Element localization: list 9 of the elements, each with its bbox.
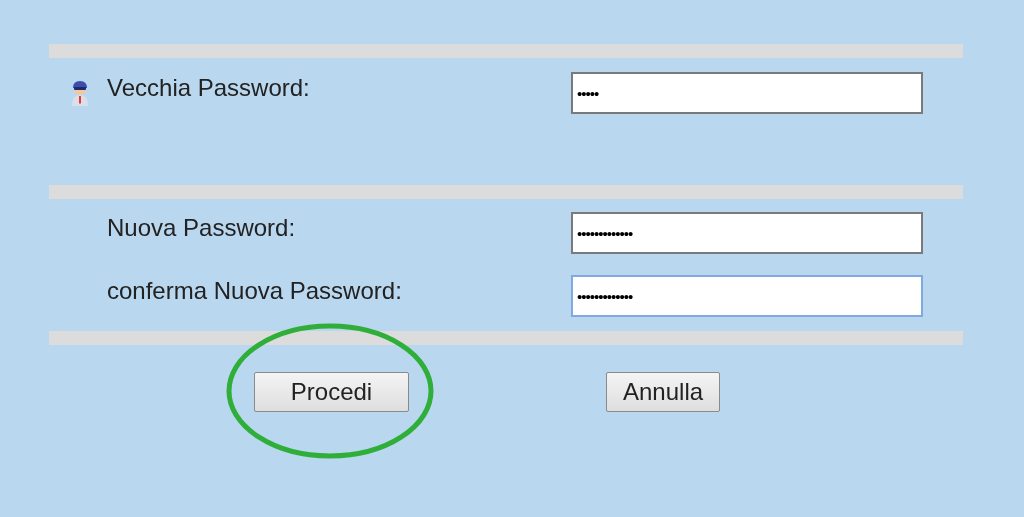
user-icon [70,80,90,106]
password-field[interactable]: ••••• [571,72,923,114]
field-label: Vecchia Password: [107,74,311,103]
password-field[interactable]: ••••••••••••• [571,275,923,317]
proceed-button[interactable]: Procedi [254,372,409,412]
field-label: conferma Nuova Password: [107,277,403,306]
password-field[interactable]: ••••••••••••• [571,212,923,254]
cancel-button[interactable]: Annulla [606,372,721,412]
field-label: Nuova Password: [107,214,297,243]
